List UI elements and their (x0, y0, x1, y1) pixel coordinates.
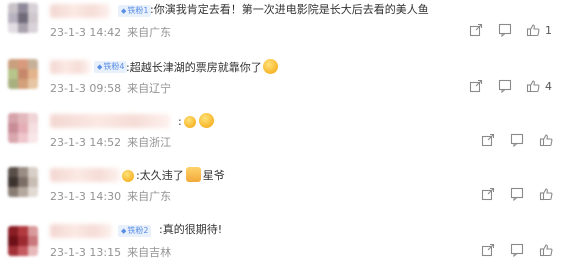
comment-text: :超越长津湖的票房就靠你了 (126, 59, 278, 75)
comment-icon[interactable] (510, 133, 524, 147)
diamond-icon: ◆ (97, 63, 103, 71)
comment-item: ◆铁粉1 :你演我肯定去看！第一次进电影院是长大后去看的美人鱼 23-1-3 1… (0, 0, 562, 54)
like-count: 1 (545, 24, 552, 37)
timestamp: 23-1-3 14:42 (50, 26, 122, 39)
fan-badge[interactable]: ◆铁粉1 (118, 5, 152, 17)
avatar[interactable] (8, 3, 38, 33)
username[interactable] (50, 4, 110, 18)
location: 来自广东 (127, 26, 172, 39)
avatar[interactable] (8, 167, 38, 197)
comment-meta: 23-1-3 09:58 来自辽宁 (50, 80, 171, 96)
diamond-icon: ◆ (121, 7, 127, 15)
comment-item: ◆铁粉4 :超越长津湖的票房就靠你了 23-1-3 09:58 来自辽宁 4 (0, 56, 562, 110)
location: 来自吉林 (127, 246, 172, 259)
avatar[interactable] (8, 226, 38, 256)
like-count: 4 (545, 80, 552, 93)
comment-item: :太久违了 星爷 23-1-3 14:30 来自广东 (0, 164, 562, 218)
comment-meta: 23-1-3 14:52 来自浙江 (50, 134, 171, 150)
timestamp: 23-1-3 14:30 (50, 190, 122, 203)
username[interactable] (50, 60, 90, 74)
share-icon[interactable] (481, 187, 495, 201)
comment-text: :太久违了 星爷 (122, 167, 225, 183)
comment-meta: 23-1-3 14:30 来自广东 (50, 188, 171, 204)
location: 来自广东 (127, 190, 172, 203)
comment-icon[interactable] (498, 23, 512, 37)
thumbs-up-icon[interactable] (539, 133, 553, 147)
thumbs-up-icon[interactable] (526, 79, 540, 93)
username[interactable] (50, 168, 120, 182)
fan-badge[interactable]: ◆铁粉4 (94, 61, 128, 73)
avatar[interactable] (8, 59, 38, 89)
username[interactable] (50, 224, 112, 238)
comment-meta: 23-1-3 13:15 来自吉林 (50, 244, 171, 260)
dog-face-icon (262, 59, 278, 74)
timestamp: 23-1-3 09:58 (50, 82, 122, 95)
share-icon[interactable] (481, 133, 495, 147)
timestamp: 23-1-3 13:15 (50, 246, 122, 259)
share-icon[interactable] (469, 79, 483, 93)
location: 来自辽宁 (127, 82, 172, 95)
location: 来自浙江 (127, 136, 172, 149)
thumbs-up-icon[interactable] (526, 23, 540, 37)
fan-badge[interactable]: ◆铁粉2 (118, 225, 152, 237)
comment-item: ◆铁粉2 :真的很期待! 23-1-3 13:15 来自吉林 (0, 218, 562, 272)
avatar[interactable] (8, 113, 38, 143)
comment-meta: 23-1-3 14:42 来自广东 (50, 24, 171, 40)
share-icon[interactable] (469, 23, 483, 37)
thumbs-up-icon[interactable] (539, 187, 553, 201)
sparkle-icon (183, 116, 196, 128)
thumbs-up-emoji-icon (185, 167, 201, 182)
share-icon[interactable] (481, 243, 495, 257)
username[interactable] (50, 114, 170, 128)
sparkle-icon (122, 170, 134, 182)
hands-face-icon (198, 113, 214, 128)
comment-icon[interactable] (510, 243, 524, 257)
timestamp: 23-1-3 14:52 (50, 136, 122, 149)
comment-icon[interactable] (498, 79, 512, 93)
comment-item: : 23-1-3 14:52 来自浙江 (0, 110, 562, 164)
comment-text: : (178, 113, 214, 129)
comment-text: :你演我肯定去看！第一次进电影院是长大后去看的美人鱼 (150, 3, 429, 16)
diamond-icon: ◆ (121, 227, 127, 235)
comment-icon[interactable] (510, 187, 524, 201)
comment-text: :真的很期待! (159, 223, 223, 236)
thumbs-up-icon[interactable] (539, 243, 553, 257)
